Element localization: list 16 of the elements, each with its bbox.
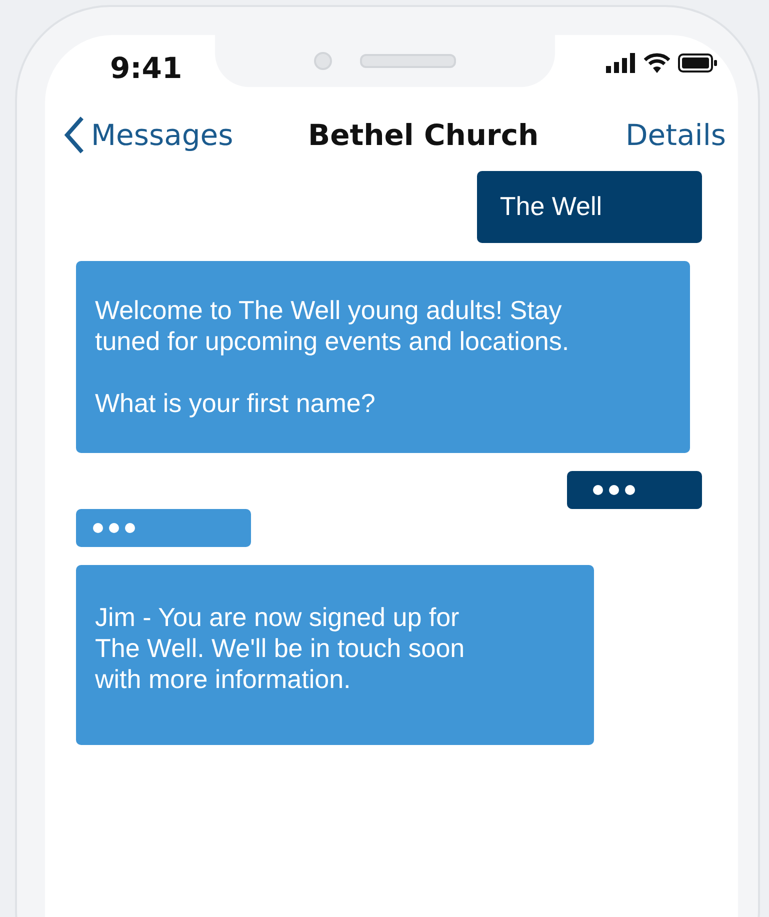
message-text: What is your first name? bbox=[95, 388, 376, 419]
message-text: Jim - You are now signed up for The Well. We'll be in touch soon with more information. bbox=[95, 602, 466, 695]
typing-dots-icon bbox=[92, 522, 136, 534]
message-text: Welcome to The Well young adults! Stay tuned for upcoming events and locations. bbox=[95, 295, 570, 357]
back-link[interactable]: Messages bbox=[63, 116, 234, 154]
battery-icon bbox=[678, 53, 718, 73]
signal-icon bbox=[606, 53, 636, 73]
conversation-title: Bethel Church bbox=[308, 118, 539, 152]
camera-icon bbox=[314, 52, 332, 70]
speaker-icon bbox=[360, 54, 456, 68]
wifi-icon bbox=[644, 53, 670, 73]
details-link[interactable]: Details bbox=[625, 118, 726, 152]
status-time: 9:41 bbox=[109, 50, 184, 85]
chevron-left-icon bbox=[63, 116, 85, 154]
typing-dots-icon bbox=[592, 484, 636, 496]
message-text: The Well bbox=[500, 191, 602, 222]
